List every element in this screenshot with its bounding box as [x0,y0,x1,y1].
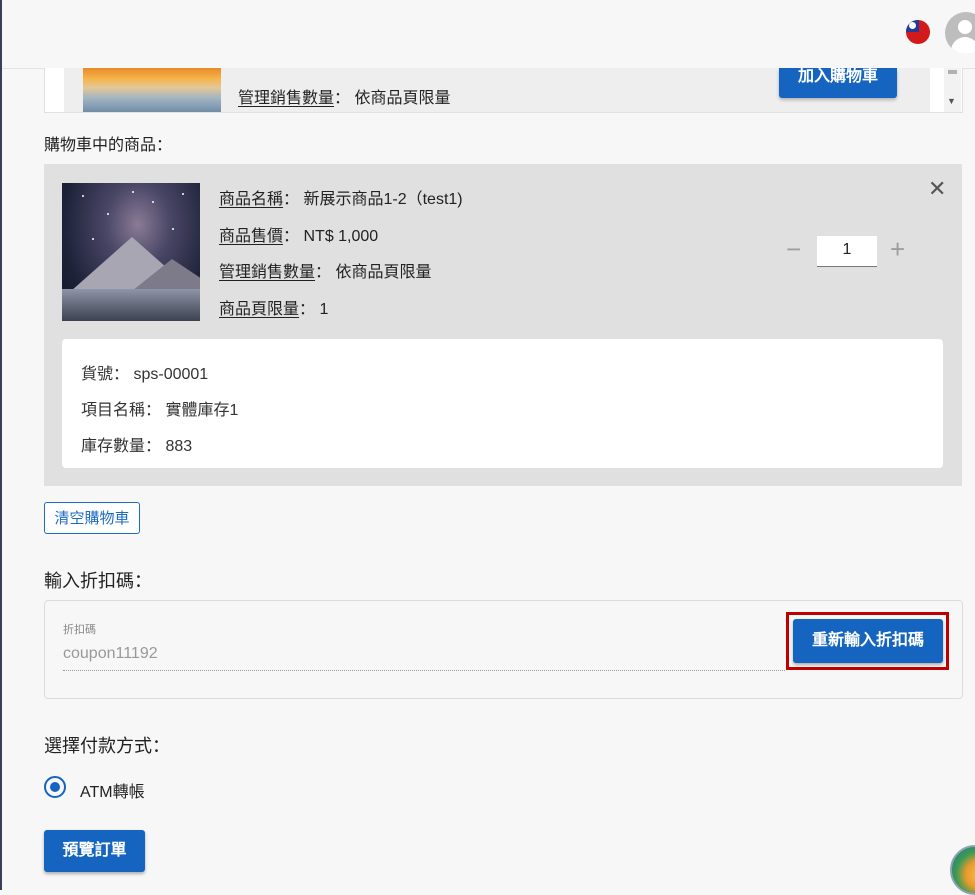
page-limit-key: 商品頁限量 [219,301,300,318]
product-name-value: 新展示商品1-2（test1) [303,191,463,208]
taiwan-flag-icon[interactable] [906,20,930,44]
coupon-section-title: 輸入折扣碼： [44,571,152,591]
sunset-product-thumbnail [83,68,221,112]
product-name-line: 商品名稱： 新展示商品1-2（test1) [219,185,463,209]
reenter-coupon-button[interactable]: 重新輸入折扣碼 [793,619,943,663]
sku-number-key: 貨號 [81,366,114,383]
sales-management-key: 管理銷售數量 [219,264,316,281]
coupon-input[interactable]: coupon11192 [63,645,158,663]
add-to-cart-button[interactable]: 加入購物車 [779,68,897,98]
cart-section-title: 購物車中的商品： [44,137,173,154]
separator: ： [299,301,316,318]
add-to-cart-label: 加入購物車 [797,68,878,85]
radio-selected-dot [50,782,60,792]
product-row: 管理銷售數量： 依商品頁限量 加入購物車 [64,68,930,112]
separator: ： [283,228,300,245]
user-avatar-icon[interactable] [945,12,975,54]
product-price-line: 商品售價： NT$ 1,000 [219,222,378,246]
page-limit-line: 商品頁限量： 1 [219,295,328,319]
atm-transfer-radio[interactable] [44,776,66,798]
sales-quantity-label: 管理銷售數量： 依商品頁限量 [238,84,451,108]
sku-item-name-value: 實體庫存1 [165,402,239,419]
stock-quantity-key: 庫存數量 [81,438,146,455]
coupon-field-label: 折扣碼 [63,624,96,636]
separator: ： [145,438,166,455]
sku-item-name-key: 項目名稱 [81,402,146,419]
atm-transfer-label[interactable]: ATM轉帳 [80,778,145,802]
sku-item-name-line: 項目名稱： 實體庫存1 [81,396,238,420]
separator: ： [145,402,166,419]
separator: ： [334,90,351,107]
product-list-scrollbar[interactable]: ▼ [944,68,961,112]
remove-item-close-icon[interactable]: ✕ [928,178,946,200]
galaxy-mountain-product-image [62,183,200,321]
sales-quantity-value: 依商品頁限量 [354,90,451,107]
sku-number-line: 貨號： sps-00001 [81,360,208,384]
separator: ： [283,191,300,208]
floating-chat-icon[interactable] [950,845,975,895]
window-left-border [0,0,2,890]
coupon-panel: 折扣碼 coupon11192 重新輸入折扣碼 [44,600,963,699]
clear-cart-button[interactable]: 清空購物車 [44,502,140,534]
sku-details-panel: 貨號： sps-00001 項目名稱： 實體庫存1 庫存數量： 883 [62,339,943,468]
product-list-panel: 管理銷售數量： 依商品頁限量 加入購物車 ▼ [44,68,963,113]
stock-quantity-value: 883 [165,438,193,455]
preview-order-button[interactable]: 預覽訂單 [44,830,145,872]
sales-management-line: 管理銷售數量： 依商品頁限量 [219,258,432,282]
sales-quantity-key: 管理銷售數量 [238,90,335,107]
quantity-decrease-button[interactable]: − [786,236,801,262]
scrollbar-thumb[interactable] [948,70,957,74]
product-price-value: NT$ 1,000 [303,228,379,245]
top-app-bar [2,0,975,69]
product-name-key: 商品名稱 [219,191,284,208]
separator: ： [315,264,332,281]
quantity-input[interactable]: 1 [817,236,877,267]
coupon-input-underline [63,670,785,671]
separator: ： [113,366,134,383]
sku-number-value: sps-00001 [133,366,209,383]
page-limit-value: 1 [319,301,329,318]
product-price-key: 商品售價 [219,228,284,245]
payment-section-title: 選擇付款方式： [44,736,170,756]
stock-quantity-line: 庫存數量： 883 [81,432,192,456]
cart-item-card: 商品名稱： 新展示商品1-2（test1) 商品售價： NT$ 1,000 管理… [44,164,962,486]
sales-management-value: 依商品頁限量 [335,264,432,281]
scroll-down-arrow-icon[interactable]: ▼ [947,96,956,106]
quantity-increase-button[interactable]: + [890,236,905,262]
